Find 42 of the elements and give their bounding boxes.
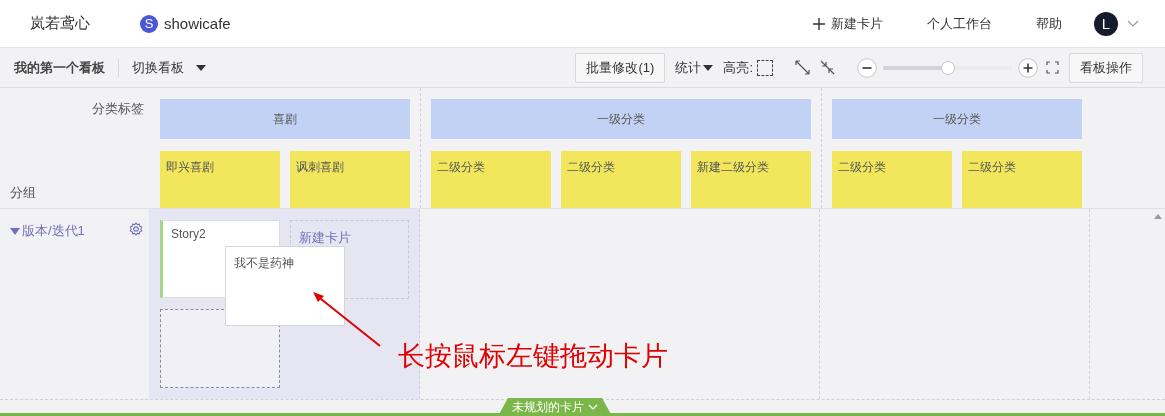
group-label: 分组 — [10, 184, 37, 202]
board-switch-dropdown[interactable]: 切换看板 — [132, 58, 206, 77]
board-title: 我的第一个看板 — [14, 58, 105, 77]
settings-icon[interactable] — [129, 222, 143, 236]
workspace-name[interactable]: 岚若鸢心 — [30, 14, 90, 33]
subcategory-header[interactable]: 二级分类 — [561, 151, 681, 208]
subcategory-header[interactable]: 讽刺喜剧 — [290, 151, 410, 208]
nav-link[interactable]: 帮助 — [1036, 14, 1062, 33]
subcategory-header[interactable]: 新建二级分类 — [691, 151, 811, 208]
chevron-down-icon[interactable] — [1127, 20, 1139, 27]
slider-thumb[interactable] — [940, 60, 955, 75]
fullscreen-icon[interactable] — [1046, 61, 1059, 74]
category-header[interactable]: 喜剧 — [160, 99, 410, 139]
caret-down-icon — [703, 64, 714, 71]
category-header[interactable]: 一级分类 — [431, 99, 811, 139]
batch-edit-button[interactable]: 批量修改(1) — [575, 52, 666, 83]
scroll-up-icon[interactable] — [1154, 214, 1162, 219]
nav-link[interactable]: 个人工作台 — [927, 14, 992, 33]
highlight-label: 高亮: — [723, 58, 753, 77]
dragged-card-tooltip[interactable]: 我不是药神 — [225, 246, 345, 326]
subcategory-header[interactable]: 即兴喜剧 — [160, 151, 280, 208]
highlight-toggle[interactable] — [757, 59, 773, 76]
chevron-down-icon — [588, 404, 598, 410]
project-avatar: S — [140, 14, 158, 33]
zoom-in-icon[interactable] — [1018, 57, 1038, 78]
category-header[interactable]: 一级分类 — [832, 99, 1082, 139]
project-name[interactable]: showicafe — [164, 15, 231, 32]
collapse-icon[interactable] — [820, 60, 835, 75]
subcategory-header[interactable]: 二级分类 — [962, 151, 1082, 208]
lane-toggle[interactable]: 版本/迭代1 — [10, 222, 85, 240]
zoom-out-icon[interactable] — [857, 57, 877, 78]
plus-icon — [813, 17, 825, 30]
category-label: 分类标签 — [92, 100, 144, 118]
caret-down-icon — [196, 64, 206, 71]
new-card-link[interactable]: 新建卡片 — [813, 14, 883, 33]
subcategory-header[interactable]: 二级分类 — [832, 151, 952, 208]
user-avatar[interactable]: L — [1094, 11, 1118, 36]
expand-icon[interactable] — [795, 60, 810, 75]
stats-dropdown[interactable]: 统计 — [675, 58, 714, 77]
board-actions-button[interactable]: 看板操作 — [1069, 52, 1143, 83]
subcategory-header[interactable]: 二级分类 — [431, 151, 551, 208]
annotation-text: 长按鼠标左键拖动卡片 — [398, 340, 668, 373]
